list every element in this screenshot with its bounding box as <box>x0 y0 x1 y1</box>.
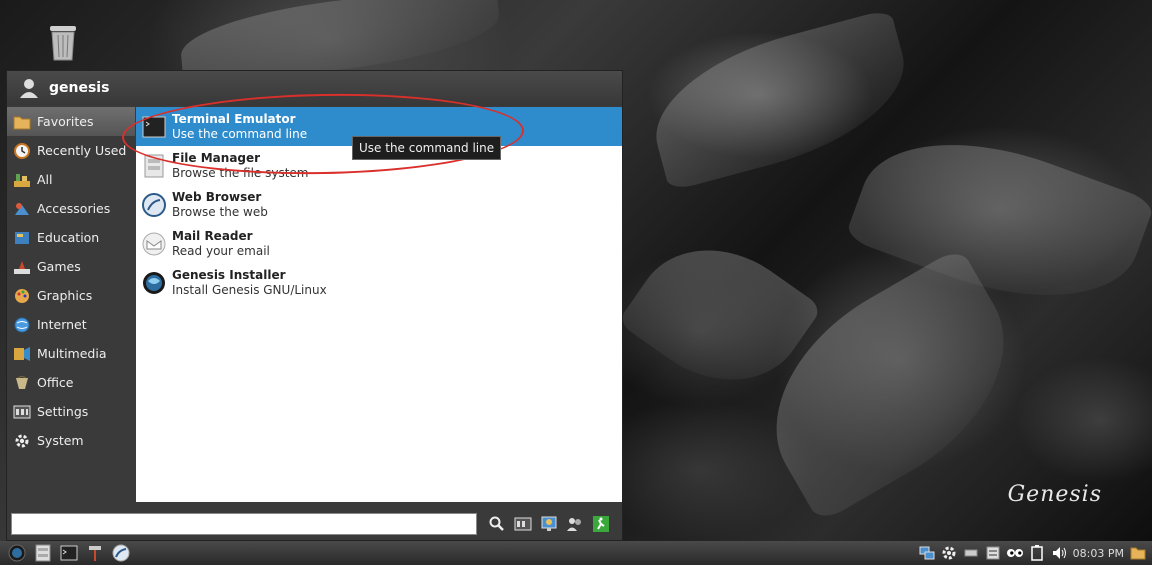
tooltip: Use the command line <box>352 136 502 160</box>
clipboard-icon[interactable] <box>985 545 1001 561</box>
logout-icon[interactable] <box>591 514 611 534</box>
category-all[interactable]: All <box>7 165 135 194</box>
search-input[interactable] <box>11 513 477 535</box>
category-education[interactable]: Education <box>7 223 135 252</box>
category-recently-used[interactable]: Recently Used <box>7 136 135 165</box>
category-multimedia[interactable]: Multimedia <box>7 339 135 368</box>
category-label: Favorites <box>37 114 94 129</box>
category-label: Accessories <box>37 201 111 216</box>
app-name: Genesis Installer <box>172 267 286 282</box>
file-manager-icon <box>141 153 167 179</box>
settings-icon <box>13 403 31 421</box>
app-description: Read your email <box>172 243 270 258</box>
globe-icon <box>13 316 31 334</box>
terminal-icon[interactable] <box>60 544 78 562</box>
app-name: Web Browser <box>172 189 262 204</box>
tools-icon[interactable] <box>86 544 104 562</box>
drive-icon[interactable] <box>963 545 979 561</box>
category-label: System <box>37 433 84 448</box>
clock-icon <box>13 142 31 160</box>
app-description: Browse the file system <box>172 165 309 180</box>
application-menu: genesis Favorites Recently Used All Acce… <box>6 70 623 541</box>
category-graphics[interactable]: Graphics <box>7 281 135 310</box>
help-icon[interactable] <box>539 514 559 534</box>
menu-header: genesis <box>7 71 622 105</box>
category-label: Multimedia <box>37 346 107 361</box>
category-internet[interactable]: Internet <box>7 310 135 339</box>
category-favorites[interactable]: Favorites <box>7 107 135 136</box>
mail-icon <box>141 231 167 257</box>
category-label: Recently Used <box>37 143 127 158</box>
file-manager-icon[interactable] <box>34 544 52 562</box>
installer-icon <box>141 270 167 296</box>
accessories-icon <box>13 200 31 218</box>
user-name: genesis <box>49 80 110 96</box>
office-icon <box>13 374 31 392</box>
app-name: Terminal Emulator <box>172 111 296 126</box>
category-label: Games <box>37 259 81 274</box>
gear-icon[interactable] <box>941 545 957 561</box>
app-list: Terminal Emulator Use the command line F… <box>136 107 622 502</box>
trash-icon[interactable] <box>44 20 82 62</box>
settings-icon[interactable] <box>513 514 533 534</box>
start-menu-icon[interactable] <box>8 544 26 562</box>
multimedia-icon <box>13 345 31 363</box>
graphics-icon <box>13 287 31 305</box>
games-icon <box>13 258 31 276</box>
web-browser-icon[interactable] <box>112 544 130 562</box>
gear-icon <box>13 432 31 450</box>
app-web-browser[interactable]: Web Browser Browse the web <box>136 185 622 224</box>
category-label: Settings <box>37 404 89 419</box>
app-description: Use the command line <box>172 126 308 141</box>
user-icon <box>19 78 39 98</box>
category-label: Graphics <box>37 288 93 303</box>
category-label: Office <box>37 375 74 390</box>
category-accessories[interactable]: Accessories <box>7 194 135 223</box>
category-games[interactable]: Games <box>7 252 135 281</box>
web-browser-icon <box>141 192 167 218</box>
category-label: All <box>37 172 53 187</box>
category-list: Favorites Recently Used All Accessories <box>7 107 135 455</box>
app-description: Browse the web <box>172 204 268 219</box>
taskbar: 08:03 PM <box>0 541 1152 565</box>
category-label: Education <box>37 230 100 245</box>
network-icon[interactable] <box>919 545 935 561</box>
clock[interactable]: 08:03 PM <box>1073 547 1124 560</box>
battery-icon[interactable] <box>1029 545 1045 561</box>
eyes-icon[interactable] <box>1006 545 1023 561</box>
app-genesis-installer[interactable]: Genesis Installer Install Genesis GNU/Li… <box>136 263 622 302</box>
category-system[interactable]: System <box>7 426 135 455</box>
genesis-logo: Genesis <box>1007 482 1102 507</box>
category-label: Internet <box>37 317 87 332</box>
category-office[interactable]: Office <box>7 368 135 397</box>
category-settings[interactable]: Settings <box>7 397 135 426</box>
app-name: Mail Reader <box>172 228 253 243</box>
users-icon[interactable] <box>565 514 585 534</box>
search-icon[interactable] <box>487 514 507 534</box>
terminal-icon <box>141 114 167 140</box>
folder-icon[interactable] <box>1130 545 1146 561</box>
desktop: Genesis genesis Favorites Recently Used … <box>0 0 1152 541</box>
volume-icon[interactable] <box>1051 545 1067 561</box>
search-bar <box>7 507 622 541</box>
education-icon <box>13 229 31 247</box>
all-icon <box>13 171 31 189</box>
app-name: File Manager <box>172 150 261 165</box>
folder-icon <box>13 113 31 131</box>
app-mail-reader[interactable]: Mail Reader Read your email <box>136 224 622 263</box>
app-description: Install Genesis GNU/Linux <box>172 282 327 297</box>
